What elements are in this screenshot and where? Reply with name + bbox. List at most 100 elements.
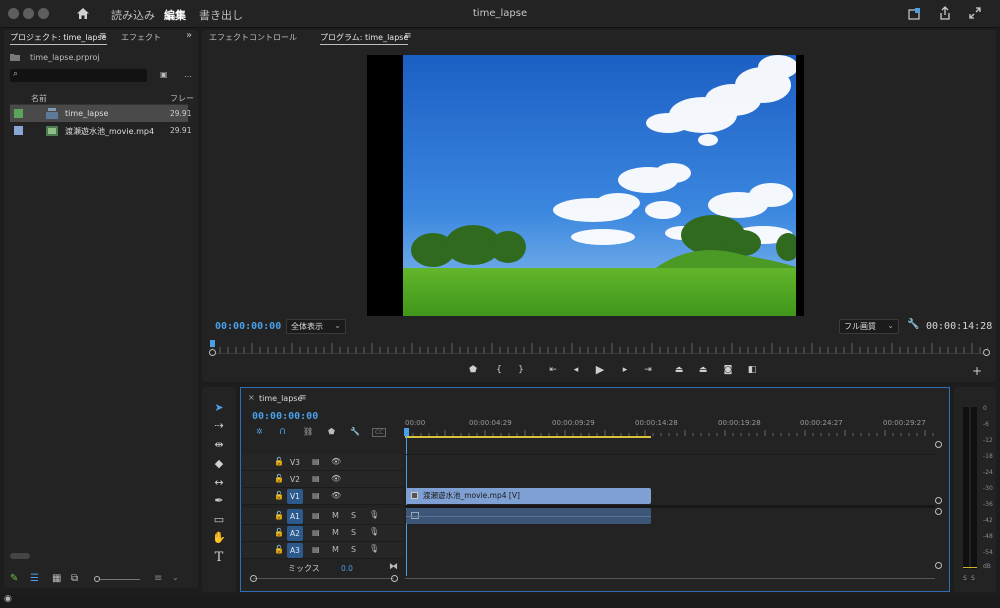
nest-icon[interactable]: ✲ xyxy=(256,427,263,436)
tab-program[interactable]: プログラム: time_lapse xyxy=(320,32,409,45)
hand-tool-icon[interactable]: ✋ xyxy=(210,531,228,547)
eye-icon[interactable]: 👁 xyxy=(331,474,341,483)
mute-button[interactable]: M xyxy=(332,528,339,537)
microphone-icon[interactable]: 🎙 xyxy=(369,510,379,519)
quick-export-icon[interactable] xyxy=(908,8,921,20)
audio-clip[interactable] xyxy=(406,508,651,524)
vertical-scroll-handle[interactable] xyxy=(935,508,942,515)
track-label-v2[interactable]: V2 xyxy=(287,472,303,487)
panel-menu-icon[interactable]: ≡ xyxy=(99,31,107,41)
more-icon[interactable]: … xyxy=(184,70,192,79)
solo-button[interactable]: S xyxy=(351,528,356,537)
lift-icon[interactable]: ⏏ xyxy=(672,365,686,375)
vertical-scroll-handle[interactable] xyxy=(935,497,942,504)
solo-button[interactable]: S xyxy=(351,545,356,554)
sync-lock-icon[interactable]: ▤ xyxy=(312,457,320,466)
add-marker-icon[interactable]: ⬟ xyxy=(328,427,335,436)
solo-right-button[interactable]: S xyxy=(971,575,975,582)
label-color-swatch[interactable] xyxy=(14,109,23,118)
solo-button[interactable]: S xyxy=(351,511,356,520)
track-label-a1[interactable]: A1 xyxy=(287,509,303,524)
go-to-out-icon[interactable]: ⇥ xyxy=(641,365,655,375)
track-label-v1[interactable]: V1 xyxy=(287,489,303,504)
go-to-in-icon[interactable]: ⇤ xyxy=(546,365,560,375)
sort-dropdown-icon[interactable]: ⌄ xyxy=(172,573,179,582)
step-back-icon[interactable]: ◂ xyxy=(569,365,583,375)
horizontal-scrollbar[interactable] xyxy=(10,553,30,559)
selection-tool-icon[interactable]: ➤ xyxy=(210,401,228,417)
microphone-icon[interactable]: 🎙 xyxy=(369,544,379,553)
more-panels-icon[interactable]: » xyxy=(186,30,192,41)
timeline-settings-icon[interactable]: 🔧 xyxy=(350,427,360,436)
scroll-handle[interactable] xyxy=(250,575,257,582)
type-tool-icon[interactable]: T xyxy=(210,550,228,566)
lock-icon[interactable]: 🔓 xyxy=(274,491,284,500)
sync-lock-icon[interactable]: ▤ xyxy=(312,528,320,537)
rectangle-tool-icon[interactable]: ▭ xyxy=(210,513,228,529)
timeline-ruler[interactable] xyxy=(404,429,935,436)
new-search-bin-icon[interactable]: ▣ xyxy=(160,70,168,79)
header-scrollbar[interactable] xyxy=(253,578,394,579)
lock-icon[interactable]: 🔓 xyxy=(274,545,284,554)
scrollbar-handle-right[interactable] xyxy=(983,349,990,356)
ripple-edit-tool-icon[interactable]: ⇹ xyxy=(210,438,228,454)
linked-selection-icon[interactable]: ⛓ xyxy=(303,427,313,436)
tab-effect-controls[interactable]: エフェクトコントロール xyxy=(209,32,297,43)
panel-menu-icon[interactable]: ≡ xyxy=(404,31,412,41)
extract-icon[interactable]: ⏏ xyxy=(696,365,710,375)
solo-left-button[interactable]: S xyxy=(963,575,967,582)
monitor-time-ruler[interactable] xyxy=(211,341,989,353)
playhead[interactable] xyxy=(210,340,215,347)
track-label-a3[interactable]: A3 xyxy=(287,543,303,558)
track-label-a2[interactable]: A2 xyxy=(287,526,303,541)
zoom-slider-track[interactable] xyxy=(100,579,140,580)
wrench-icon[interactable]: 🔧 xyxy=(907,319,919,330)
share-icon[interactable] xyxy=(939,6,951,20)
tab-sequence[interactable]: time_lapse xyxy=(259,394,302,403)
sync-lock-icon[interactable]: ▤ xyxy=(312,491,320,500)
pen-tool-icon[interactable]: ✒ xyxy=(210,494,228,510)
razor-tool-icon[interactable]: ◆ xyxy=(210,457,228,473)
search-input[interactable]: ⌕ xyxy=(10,69,147,82)
track-header-v3[interactable] xyxy=(242,454,403,471)
sync-lock-icon[interactable]: ▤ xyxy=(312,545,320,554)
zoom-scrollbar-track[interactable] xyxy=(212,353,988,354)
lock-icon[interactable]: 🔓 xyxy=(274,528,284,537)
sync-lock-icon[interactable]: ▤ xyxy=(312,474,320,483)
eye-icon[interactable]: 👁 xyxy=(331,491,341,500)
add-button-icon[interactable]: + xyxy=(970,364,984,378)
slip-tool-icon[interactable]: ↔ xyxy=(210,476,228,492)
zoom-level-select[interactable]: 全体表示 ⌄ xyxy=(286,319,346,334)
mark-in-icon[interactable]: { xyxy=(492,365,506,375)
scroll-handle[interactable] xyxy=(391,575,398,582)
track-label-v3[interactable]: V3 xyxy=(287,455,303,470)
timeline-zoom-scrollbar[interactable] xyxy=(405,578,935,579)
tab-project[interactable]: プロジェクト: time_lapse xyxy=(10,32,107,45)
panel-menu-icon[interactable]: ≡ xyxy=(299,393,307,403)
list-view-icon[interactable]: ☰ xyxy=(30,573,39,584)
video-clip[interactable]: 渡瀬遊水池_movie.mp4 [V] xyxy=(406,488,651,504)
mix-volume-value[interactable]: 0.0 xyxy=(341,564,353,573)
track-header-v2[interactable] xyxy=(242,471,403,488)
playback-resolution-select[interactable]: フル画質 ⌄ xyxy=(839,319,899,334)
snap-icon[interactable]: ∩ xyxy=(279,426,286,437)
step-forward-icon[interactable]: ▸ xyxy=(618,365,632,375)
freeform-view-icon[interactable]: ⧉ xyxy=(71,573,78,584)
mark-out-icon[interactable]: } xyxy=(514,365,528,375)
timeline-playhead[interactable] xyxy=(404,428,409,436)
track-header-v1[interactable] xyxy=(242,488,403,505)
background-tasks-icon[interactable]: ◉ xyxy=(4,594,12,604)
label-color-swatch[interactable] xyxy=(14,126,23,135)
vertical-scroll-handle[interactable] xyxy=(935,441,942,448)
export-frame-icon[interactable]: ◙ xyxy=(721,365,735,375)
column-frame-rate[interactable]: フレー xyxy=(170,93,194,104)
sort-icon[interactable]: ≡ xyxy=(154,573,162,584)
vertical-scroll-handle[interactable] xyxy=(935,562,942,569)
mute-button[interactable]: M xyxy=(332,545,339,554)
column-name[interactable]: 名前 xyxy=(31,93,47,104)
work-area-bar[interactable] xyxy=(405,436,651,438)
close-sequence-icon[interactable]: × xyxy=(248,393,255,402)
write-protect-icon[interactable]: ✎ xyxy=(10,573,18,584)
tab-effects[interactable]: エフェクト xyxy=(121,32,161,43)
jump-to-end-icon[interactable]: ⧓ xyxy=(389,562,398,572)
